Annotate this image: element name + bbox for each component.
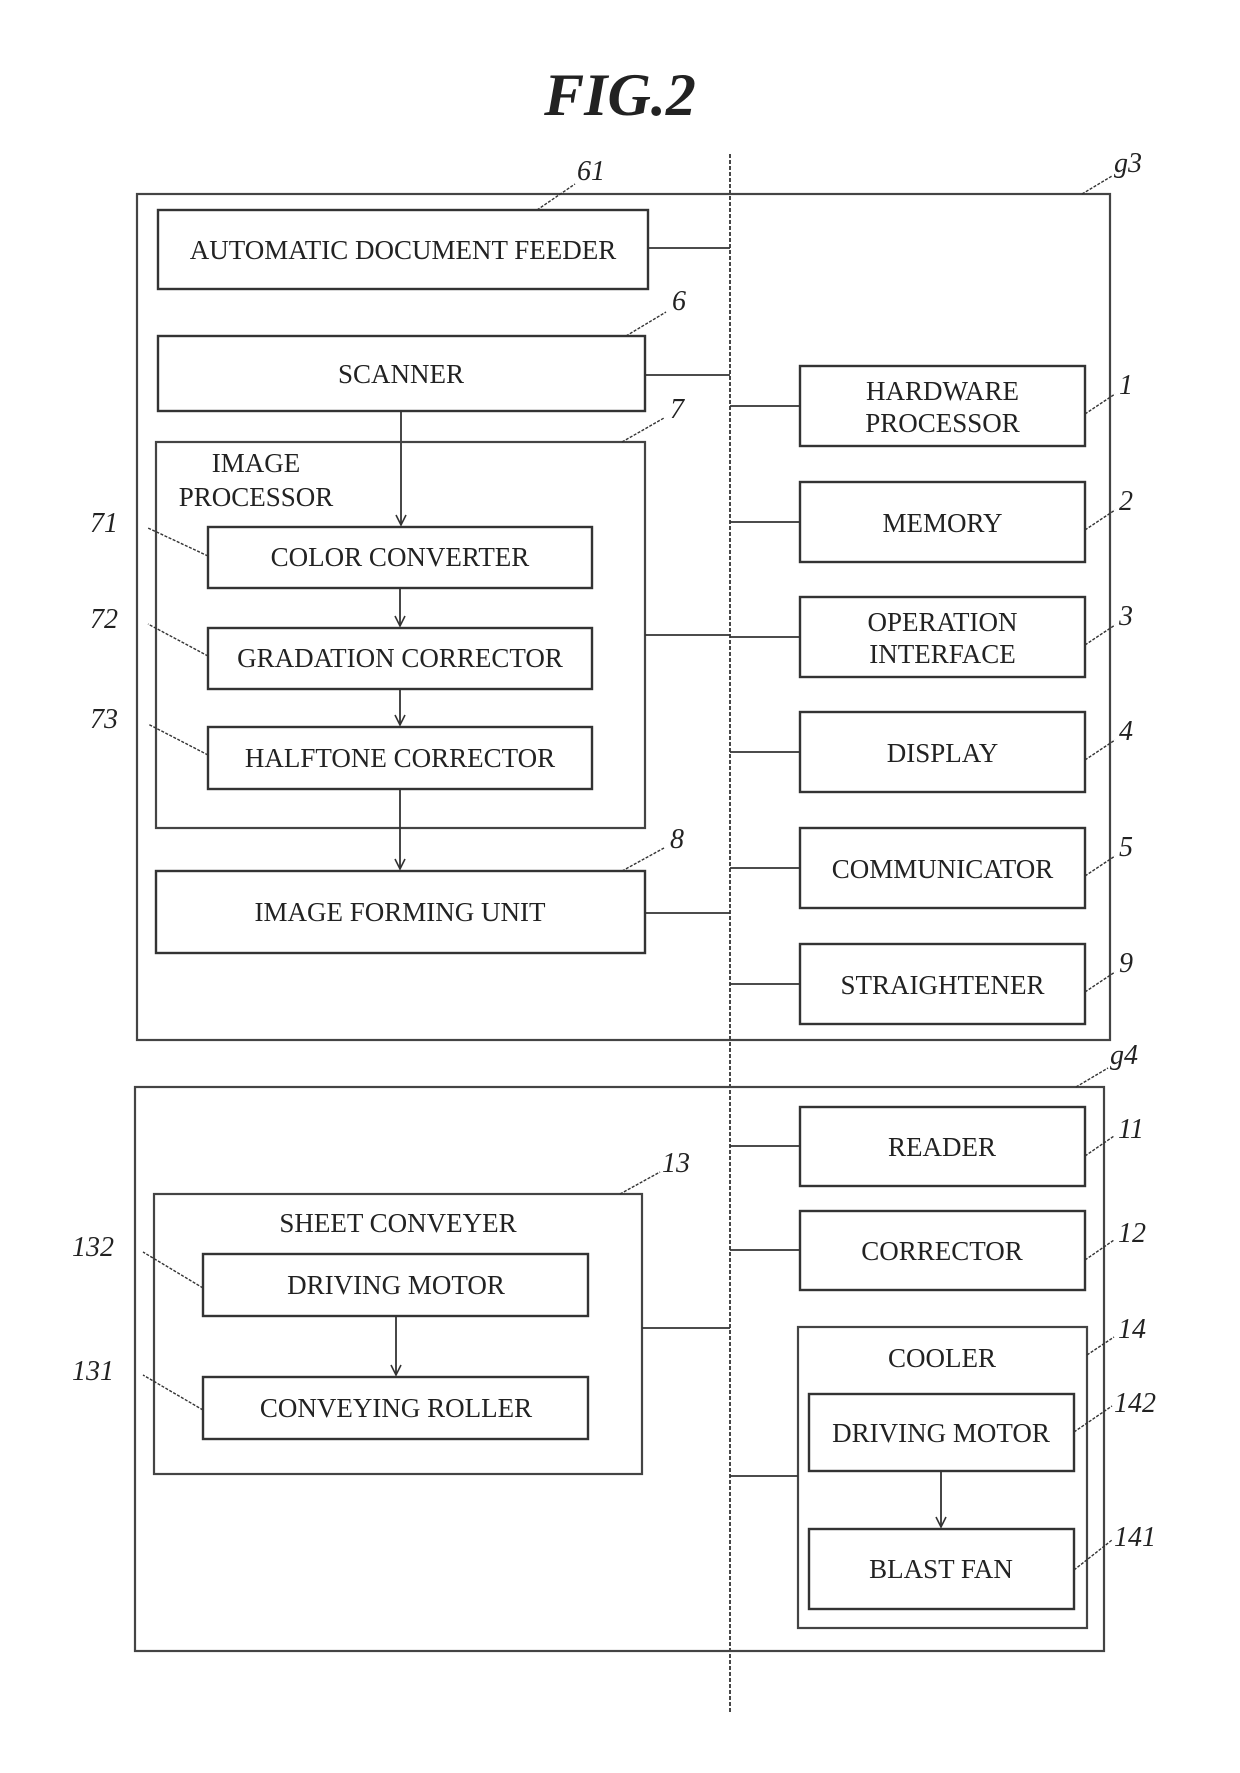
- communicator-ref: 5: [1119, 832, 1133, 863]
- memory-label-line1: MEMORY: [882, 508, 1002, 538]
- corrector-ref: 12: [1118, 1218, 1146, 1249]
- conveying-roller-leader: [142, 1374, 204, 1411]
- hardware-processor-ref: 1: [1119, 370, 1133, 401]
- g3-ref: g3: [1114, 148, 1142, 179]
- g4-leader: [1075, 1067, 1109, 1088]
- figure-title: FIG.2: [543, 62, 696, 128]
- reader-leader: [1084, 1135, 1115, 1157]
- block-diagram: FIG.2 g3 AUTOMATIC DOCUMENT FEEDER 61 SC…: [72, 62, 1156, 1712]
- g4-ref: g4: [1110, 1040, 1138, 1071]
- operation-interface-ref: 3: [1118, 601, 1133, 632]
- gradation-corrector-ref: 72: [90, 604, 118, 635]
- cooler-block: COOLER 14 DRIVING MOTOR 142 BLAST FAN 14…: [730, 1314, 1156, 1630]
- adf-ref: 61: [577, 156, 605, 187]
- color-converter-ref: 71: [90, 508, 118, 539]
- conveying-roller-label: CONVEYING ROLLER: [260, 1393, 532, 1423]
- corrector-leader: [1084, 1239, 1115, 1261]
- image-processor-block: IMAGE PROCESSOR 7 COLOR CONVERTER 71 GRA…: [90, 394, 730, 830]
- automatic-document-feeder-block: AUTOMATIC DOCUMENT FEEDER 61: [156, 156, 730, 291]
- cooler-leader: [1086, 1336, 1115, 1356]
- halftone-corrector-ref: 73: [90, 704, 118, 735]
- operation-interface-label-line1: OPERATION: [867, 607, 1017, 637]
- straightener-block: STRAIGHTENER 9: [730, 942, 1133, 1026]
- communicator-label-line1: COMMUNICATOR: [832, 854, 1054, 884]
- memory-block: MEMORY 2: [730, 480, 1133, 564]
- sheet-conveyer-label: SHEET CONVEYER: [279, 1208, 516, 1238]
- g3-leader: [1081, 175, 1113, 195]
- communicator-block: COMMUNICATOR 5: [730, 826, 1133, 910]
- cooler-label: COOLER: [888, 1343, 996, 1373]
- reader-label: READER: [888, 1132, 996, 1162]
- right-upper-modules: HARDWAREPROCESSOR 1 MEMORY 2 OPERATIONINTERF…: [730, 364, 1133, 1026]
- gradation-corrector-label: GRADATION CORRECTOR: [237, 643, 563, 673]
- reader-block: READER 11: [730, 1105, 1144, 1188]
- image-forming-unit-block: IMAGE FORMING UNIT 8: [154, 824, 730, 955]
- reader-ref: 11: [1118, 1114, 1144, 1145]
- adf-leader: [536, 183, 576, 211]
- straightener-ref: 9: [1119, 948, 1133, 979]
- blast-fan-leader: [1073, 1539, 1113, 1571]
- corrector-block: CORRECTOR 12: [730, 1209, 1146, 1292]
- blast-fan-ref: 141: [1114, 1522, 1156, 1553]
- display-block: DISPLAY 4: [730, 710, 1133, 794]
- hardware-processor-label-line2: PROCESSOR: [865, 408, 1020, 438]
- conveying-roller-ref: 131: [72, 1356, 114, 1387]
- image-processor-leader: [621, 417, 665, 443]
- image-processor-label-line2: PROCESSOR: [179, 482, 334, 512]
- blast-fan-label: BLAST FAN: [869, 1554, 1013, 1584]
- display-ref: 4: [1119, 716, 1133, 747]
- conveyer-driving-motor-ref: 132: [72, 1232, 114, 1263]
- straightener-label-line1: STRAIGHTENER: [841, 970, 1045, 1000]
- image-forming-unit-ref: 8: [670, 824, 684, 855]
- memory-ref: 2: [1119, 486, 1133, 517]
- display-label-line1: DISPLAY: [887, 738, 999, 768]
- sheet-conveyer-block: SHEET CONVEYER 13 DRIVING MOTOR 132 CONV…: [72, 1148, 730, 1476]
- cooler-driving-motor-label: DRIVING MOTOR: [832, 1418, 1050, 1448]
- color-converter-label: COLOR CONVERTER: [271, 542, 530, 572]
- cooler-driving-motor-leader: [1073, 1405, 1113, 1433]
- conveyer-driving-motor-label: DRIVING MOTOR: [287, 1270, 505, 1300]
- sheet-conveyer-leader: [619, 1171, 661, 1195]
- scanner-label: SCANNER: [338, 359, 464, 389]
- cooler-ref: 14: [1118, 1314, 1146, 1345]
- cooler-driving-motor-ref: 142: [1114, 1388, 1156, 1419]
- image-processor-ref: 7: [670, 394, 685, 425]
- hardware-processor-label-line1: HARDWARE: [866, 376, 1019, 406]
- adf-label: AUTOMATIC DOCUMENT FEEDER: [190, 235, 617, 265]
- sheet-conveyer-ref: 13: [662, 1148, 690, 1179]
- image-forming-unit-leader: [621, 847, 665, 872]
- halftone-corrector-label: HALFTONE CORRECTOR: [245, 743, 555, 773]
- operation-interface-block: OPERATIONINTERFACE 3: [730, 595, 1133, 679]
- image-forming-unit-label: IMAGE FORMING UNIT: [255, 897, 546, 927]
- hardware-processor-block: HARDWAREPROCESSOR 1: [730, 364, 1133, 448]
- operation-interface-label-line2: INTERFACE: [869, 639, 1016, 669]
- scanner-block: SCANNER 6: [156, 286, 730, 413]
- corrector-label: CORRECTOR: [861, 1236, 1023, 1266]
- conveyer-driving-motor-leader: [142, 1251, 204, 1289]
- scanner-leader: [625, 311, 667, 337]
- image-processor-label-line1: IMAGE: [212, 448, 301, 478]
- scanner-ref: 6: [672, 286, 686, 317]
